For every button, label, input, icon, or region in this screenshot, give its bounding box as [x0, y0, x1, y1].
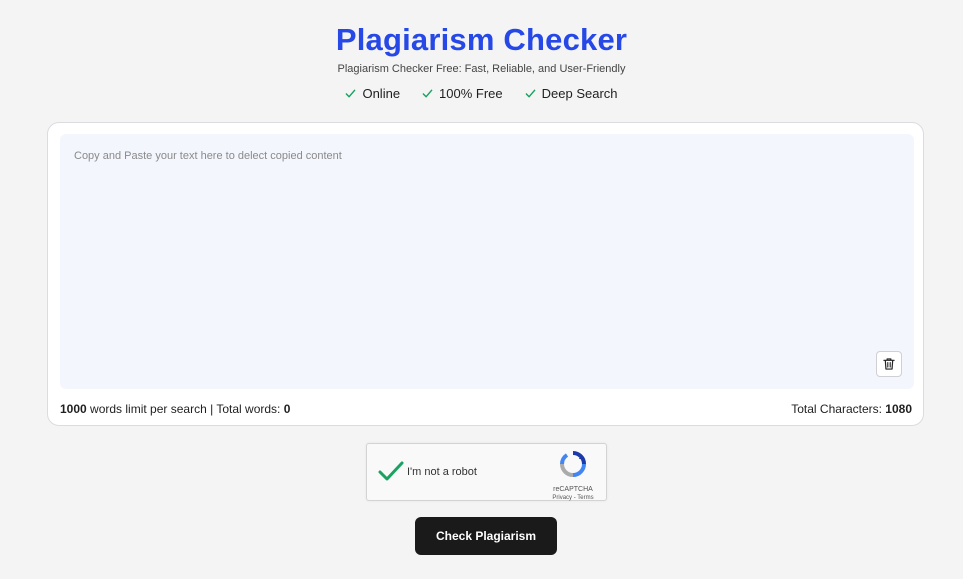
word-counter: 1000 words limit per search | Total word…	[60, 402, 290, 416]
feature-label: Online	[362, 86, 401, 101]
feature-list: Online 100% Free Deep Search	[0, 86, 963, 101]
feature-label: 100% Free	[439, 86, 503, 101]
text-input-area	[60, 134, 914, 389]
recaptcha-links[interactable]: Privacy - Terms	[548, 494, 598, 502]
recaptcha-icon	[560, 451, 586, 477]
page-title: Plagiarism Checker	[335, 22, 628, 57]
feature-label: Deep Search	[541, 86, 618, 101]
recaptcha-logo: reCAPTCHA Privacy - Terms	[548, 450, 598, 502]
text-input-card: 1000 words limit per search | Total word…	[47, 122, 924, 426]
check-icon	[346, 89, 356, 98]
check-icon	[422, 89, 433, 98]
feature-online: Online	[345, 86, 400, 101]
total-characters-label: Total Characters:	[791, 402, 882, 416]
total-words-value: 0	[283, 402, 291, 416]
plagiarism-checker-page: Plagiarism Checker Plagiarism Checker Fr…	[0, 0, 963, 579]
word-limit-label: words limit per search	[90, 402, 207, 416]
clear-text-button[interactable]	[876, 351, 902, 377]
page-subtitle: Plagiarism Checker Free: Fast, Reliable,…	[337, 63, 626, 75]
recaptcha-brand: reCAPTCHA	[553, 486, 593, 493]
captcha-label: I'm not a robot	[407, 466, 477, 478]
total-characters-value: 1080	[885, 402, 912, 416]
feature-free: 100% Free	[422, 86, 503, 101]
check-plagiarism-button[interactable]: Check Plagiarism	[415, 517, 557, 555]
word-limit-value: 1000	[60, 402, 87, 416]
character-counter: Total Characters: 1080	[791, 402, 912, 416]
captcha-checkbox[interactable]	[377, 458, 405, 486]
counter-separator: |	[210, 402, 214, 416]
trash-icon	[883, 358, 895, 370]
feature-deep-search: Deep Search	[525, 86, 618, 101]
recaptcha-widget: I'm not a robot reCAPTCHA Privacy - Term…	[366, 443, 607, 501]
check-icon	[525, 89, 535, 98]
text-input[interactable]	[60, 134, 914, 389]
total-words-label: Total words:	[216, 402, 281, 416]
